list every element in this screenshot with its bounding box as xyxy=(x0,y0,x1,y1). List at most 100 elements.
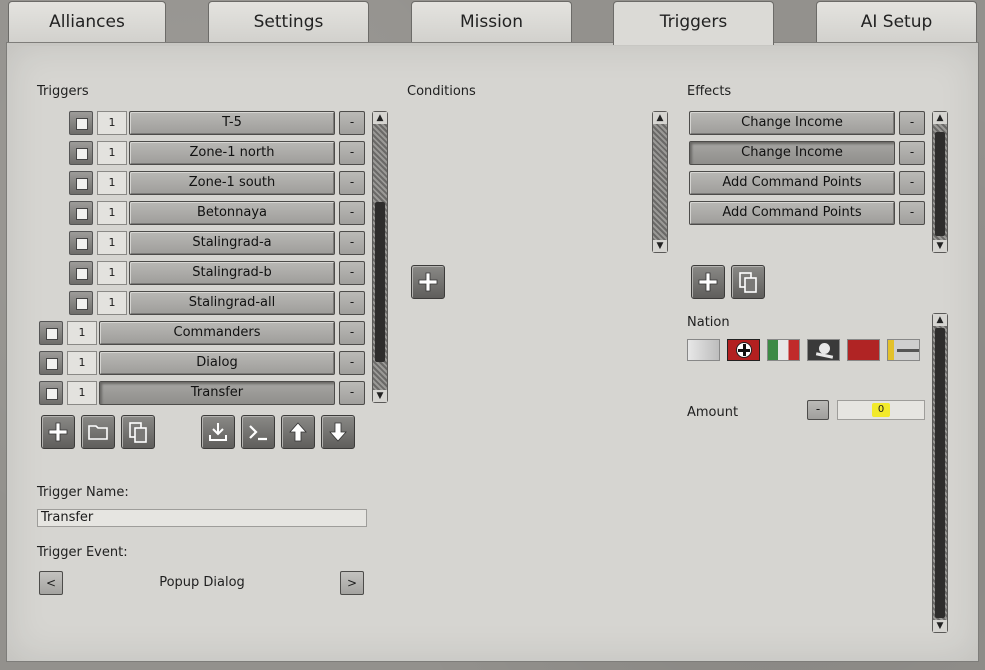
trigger-checkbox[interactable] xyxy=(69,261,93,285)
move-down-button[interactable] xyxy=(321,415,355,449)
trigger-event-next-button[interactable]: > xyxy=(340,571,364,595)
tab-alliances[interactable]: Alliances xyxy=(8,1,166,42)
trigger-checkbox[interactable] xyxy=(69,111,93,135)
remove-trigger-button[interactable]: - xyxy=(339,381,365,405)
nation-panel-scrollbar[interactable]: ▲ ▼ xyxy=(932,313,948,633)
scroll-thumb[interactable] xyxy=(375,202,385,362)
trigger-checkbox[interactable] xyxy=(39,321,63,345)
effects-scrollbar[interactable]: ▲ ▼ xyxy=(932,111,948,253)
arrow-up-icon xyxy=(289,422,307,442)
trigger-checkbox[interactable] xyxy=(69,291,93,315)
remove-trigger-button[interactable]: - xyxy=(339,261,365,285)
trigger-event-value: Popup Dialog xyxy=(159,575,245,590)
remove-trigger-button[interactable]: - xyxy=(339,171,365,195)
remove-trigger-button[interactable]: - xyxy=(339,231,365,255)
flag-germany-icon[interactable] xyxy=(727,339,760,361)
amount-value: 0 xyxy=(871,403,891,417)
download-tray-icon xyxy=(209,423,227,441)
console-icon xyxy=(249,425,267,441)
trigger-count: 1 xyxy=(67,351,97,375)
trigger-count: 1 xyxy=(67,321,97,345)
remove-effect-button[interactable]: - xyxy=(899,171,925,195)
remove-trigger-button[interactable]: - xyxy=(339,111,365,135)
trigger-checkbox[interactable] xyxy=(69,201,93,225)
scroll-down-arrow-icon[interactable]: ▼ xyxy=(933,620,947,632)
trigger-checkbox[interactable] xyxy=(39,351,63,375)
trigger-item[interactable]: Dialog xyxy=(99,351,335,375)
folder-button[interactable] xyxy=(81,415,115,449)
remove-trigger-button[interactable]: - xyxy=(339,351,365,375)
tab-ai-setup[interactable]: AI Setup xyxy=(816,1,977,42)
trigger-item[interactable]: Zone-1 north xyxy=(129,141,335,165)
trigger-item[interactable]: Stalingrad-b xyxy=(129,261,335,285)
trigger-name-label: Trigger Name: xyxy=(37,485,129,500)
scroll-up-arrow-icon[interactable]: ▲ xyxy=(653,112,667,124)
remove-effect-button[interactable]: - xyxy=(899,141,925,165)
import-button[interactable] xyxy=(201,415,235,449)
flag-italy-icon[interactable] xyxy=(767,339,800,361)
copy-effect-button[interactable] xyxy=(731,265,765,299)
trigger-item[interactable]: Stalingrad-a xyxy=(129,231,335,255)
conditions-scrollbar[interactable]: ▲ ▼ xyxy=(652,111,668,253)
move-up-button[interactable] xyxy=(281,415,315,449)
console-button[interactable] xyxy=(241,415,275,449)
amount-input[interactable]: 0 xyxy=(837,400,925,420)
scroll-down-arrow-icon[interactable]: ▼ xyxy=(933,240,947,252)
effect-item[interactable]: Add Command Points xyxy=(689,171,895,195)
trigger-item[interactable]: Zone-1 south xyxy=(129,171,335,195)
scroll-up-arrow-icon[interactable]: ▲ xyxy=(933,314,947,326)
remove-trigger-button[interactable]: - xyxy=(339,201,365,225)
trigger-name-input[interactable]: Transfer xyxy=(37,509,367,527)
trigger-list-scrollbar[interactable]: ▲ ▼ xyxy=(372,111,388,403)
remove-trigger-button[interactable]: - xyxy=(339,321,365,345)
copy-icon xyxy=(129,422,147,443)
tab-mission[interactable]: Mission xyxy=(411,1,572,42)
remove-trigger-button[interactable]: - xyxy=(339,141,365,165)
plus-icon xyxy=(48,422,68,442)
trigger-count: 1 xyxy=(67,381,97,405)
trigger-count: 1 xyxy=(97,201,127,225)
copy-trigger-button[interactable] xyxy=(121,415,155,449)
tab-triggers[interactable]: Triggers xyxy=(613,1,774,45)
add-trigger-button[interactable] xyxy=(41,415,75,449)
remove-effect-button[interactable]: - xyxy=(899,111,925,135)
scroll-thumb[interactable] xyxy=(935,132,945,236)
flag-skull-icon[interactable] xyxy=(807,339,840,361)
trigger-checkbox[interactable] xyxy=(39,381,63,405)
flag-soviet-icon[interactable] xyxy=(847,339,880,361)
trigger-item[interactable]: Commanders xyxy=(99,321,335,345)
effect-item[interactable]: Add Command Points xyxy=(689,201,895,225)
trigger-item[interactable]: Stalingrad-all xyxy=(129,291,335,315)
trigger-checkbox[interactable] xyxy=(69,231,93,255)
remove-effect-button[interactable]: - xyxy=(899,201,925,225)
trigger-event-prev-button[interactable]: < xyxy=(39,571,63,595)
amount-decrease-button[interactable]: - xyxy=(807,400,829,420)
add-effect-button[interactable] xyxy=(691,265,725,299)
flag-neutral-icon[interactable] xyxy=(687,339,720,361)
trigger-item[interactable]: Transfer xyxy=(99,381,335,405)
trigger-count: 1 xyxy=(97,111,127,135)
conditions-heading: Conditions xyxy=(407,84,476,99)
trigger-item[interactable]: Betonnaya xyxy=(129,201,335,225)
amount-label: Amount xyxy=(687,405,739,420)
scroll-up-arrow-icon[interactable]: ▲ xyxy=(933,112,947,124)
trigger-count: 1 xyxy=(97,171,127,195)
effect-item[interactable]: Change Income xyxy=(689,141,895,165)
arrow-down-icon xyxy=(329,422,347,442)
remove-trigger-button[interactable]: - xyxy=(339,291,365,315)
trigger-item[interactable]: T-5 xyxy=(129,111,335,135)
tab-settings[interactable]: Settings xyxy=(208,1,369,42)
scroll-down-arrow-icon[interactable]: ▼ xyxy=(373,390,387,402)
triggers-heading: Triggers xyxy=(37,84,89,99)
effect-item[interactable]: Change Income xyxy=(689,111,895,135)
trigger-checkbox[interactable] xyxy=(69,171,93,195)
flag-finland-icon[interactable] xyxy=(887,339,920,361)
trigger-count: 1 xyxy=(97,141,127,165)
add-condition-button[interactable] xyxy=(411,265,445,299)
scroll-up-arrow-icon[interactable]: ▲ xyxy=(373,112,387,124)
effects-heading: Effects xyxy=(687,84,732,99)
scroll-down-arrow-icon[interactable]: ▼ xyxy=(653,240,667,252)
copy-icon xyxy=(739,272,757,293)
scroll-thumb[interactable] xyxy=(935,328,945,618)
trigger-checkbox[interactable] xyxy=(69,141,93,165)
